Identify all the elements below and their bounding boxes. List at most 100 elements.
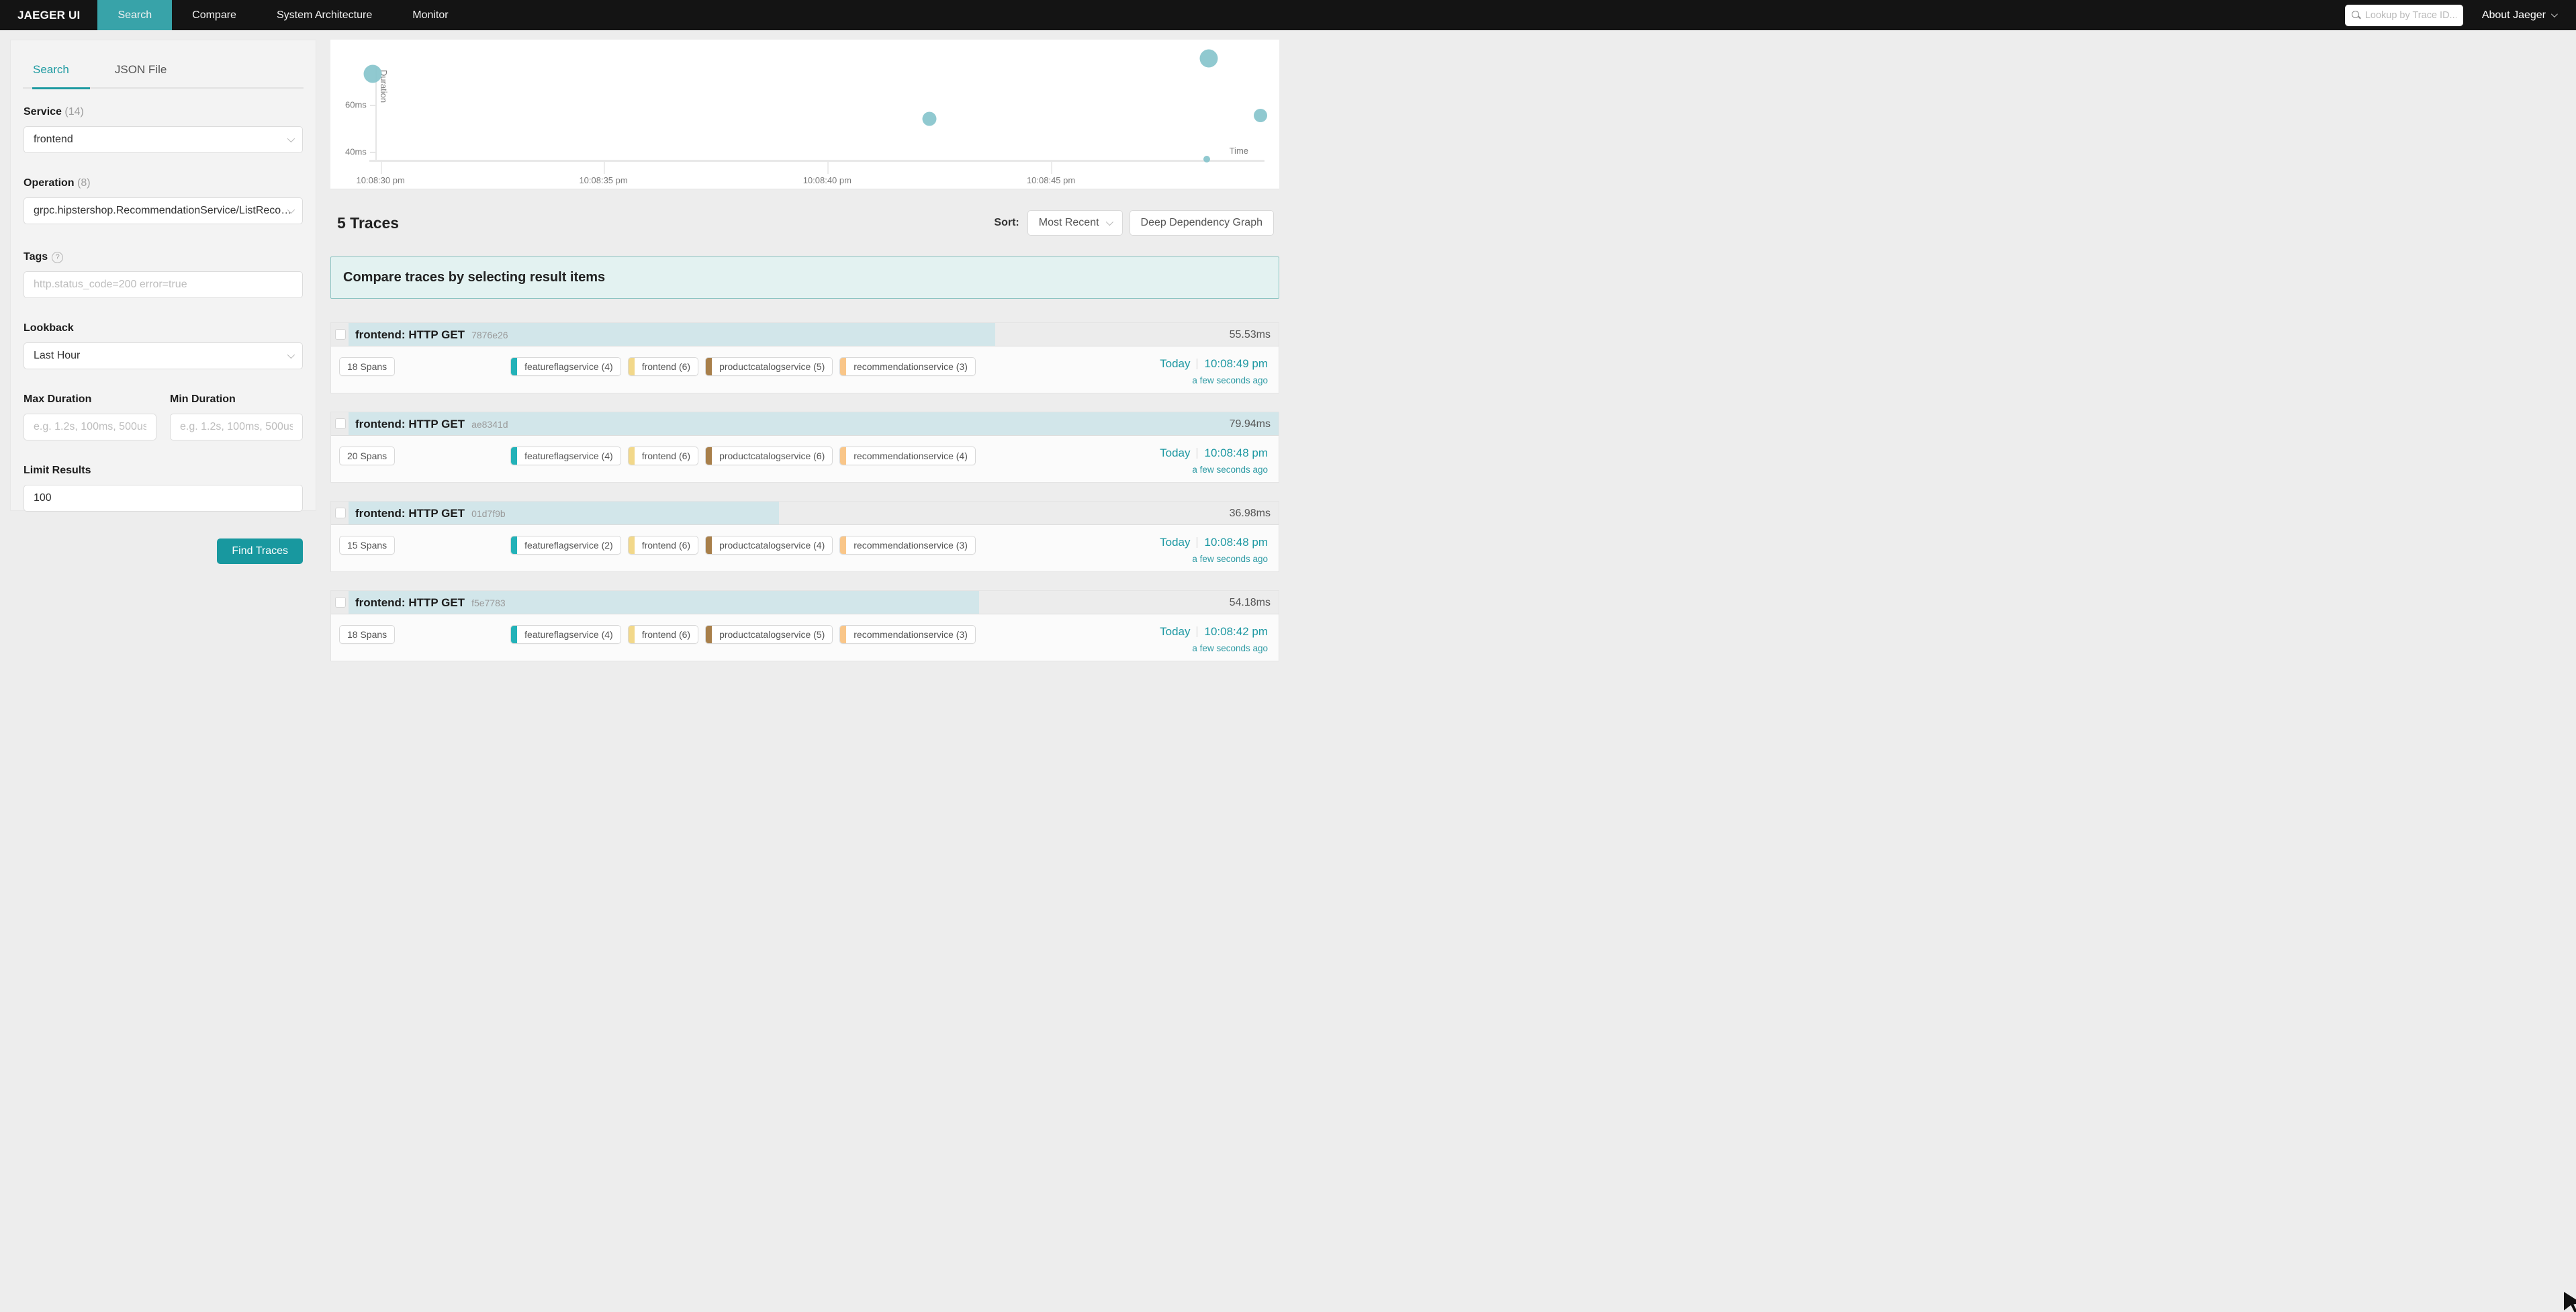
- trace-duration: 55.53ms: [1230, 323, 1271, 346]
- nav-item-monitor[interactable]: Monitor: [392, 0, 468, 30]
- min-duration-input[interactable]: [180, 421, 293, 433]
- app-logo: JAEGER UI: [0, 0, 97, 30]
- duration-scatter-card: Duration Time 10:08:30 pm10:08:35 pm10:0…: [330, 40, 1279, 189]
- chevron-down-icon: [2551, 11, 2558, 17]
- compare-banner-text: Compare traces by selecting result items: [343, 270, 605, 285]
- min-duration-label: Min Duration: [170, 393, 303, 406]
- service-chip: frontend (6): [628, 357, 698, 376]
- x-axis-tick: [827, 162, 829, 174]
- span-count-chip: 20 Spans: [339, 447, 395, 465]
- trace-row[interactable]: frontend: HTTP GET f5e7783 54.18ms 18 Sp…: [330, 590, 1279, 661]
- sort-label: Sort:: [994, 217, 1019, 229]
- max-duration-input[interactable]: [34, 421, 146, 433]
- service-chip: featureflagservice (4): [510, 357, 621, 376]
- service-select-value: frontend: [34, 134, 73, 146]
- about-jaeger-menu[interactable]: About Jaeger: [2482, 9, 2556, 21]
- tags-label: Tags?: [24, 251, 303, 263]
- limit-results-input[interactable]: [34, 492, 293, 504]
- trace-timestamp: Today 10:08:48 pm a few seconds ago: [1160, 536, 1268, 564]
- service-select[interactable]: frontend: [24, 126, 303, 153]
- top-nav: JAEGER UI Search Compare System Architec…: [0, 0, 2576, 30]
- lookback-select[interactable]: Last Hour: [24, 342, 303, 369]
- trace-date-link[interactable]: Today: [1160, 536, 1190, 549]
- nav-item-compare[interactable]: Compare: [172, 0, 257, 30]
- lookback-label: Lookback: [24, 322, 303, 334]
- service-chip: recommendationservice (3): [839, 536, 976, 555]
- trace-row[interactable]: frontend: HTTP GET ae8341d 79.94ms 20 Sp…: [330, 412, 1279, 483]
- trace-date-link[interactable]: Today: [1160, 447, 1190, 460]
- trace-row[interactable]: frontend: HTTP GET 01d7f9b 36.98ms 15 Sp…: [330, 501, 1279, 572]
- nav-item-search[interactable]: Search: [97, 0, 172, 30]
- operation-count: (8): [77, 177, 91, 189]
- trace-checkbox[interactable]: [335, 329, 346, 340]
- service-color-strip: [840, 626, 846, 643]
- trace-row-header: frontend: HTTP GET 7876e26 55.53ms: [331, 323, 1279, 346]
- trace-title: frontend: HTTP GET: [355, 418, 465, 431]
- trace-timestamp: Today 10:08:42 pm a few seconds ago: [1160, 625, 1268, 653]
- tab-json-file[interactable]: JSON File: [105, 58, 176, 87]
- search-icon: [2352, 11, 2360, 19]
- scatter-plot: Duration Time 10:08:30 pm10:08:35 pm10:0…: [376, 47, 1271, 161]
- service-color-strip: [629, 626, 635, 643]
- trace-relative-time: a few seconds ago: [1160, 465, 1268, 475]
- service-color-strip: [511, 447, 517, 465]
- service-chip: featureflagservice (4): [510, 447, 621, 465]
- trace-duration: 79.94ms: [1230, 412, 1271, 436]
- trace-row[interactable]: frontend: HTTP GET 7876e26 55.53ms 18 Sp…: [330, 322, 1279, 393]
- limit-results-label: Limit Results: [24, 465, 303, 477]
- trace-timestamp: Today 10:08:49 pm a few seconds ago: [1160, 357, 1268, 385]
- trace-time-link[interactable]: 10:08:48 pm: [1204, 536, 1268, 549]
- tab-search[interactable]: Search: [24, 58, 79, 87]
- trace-lookup-input[interactable]: [2365, 10, 2456, 21]
- search-sidebar: Search JSON File Service (14) frontend O…: [10, 40, 316, 511]
- results-header: 5 Traces Sort: Most Recent Deep Dependen…: [330, 203, 1279, 243]
- sidebar-tabs: Search JSON File: [24, 40, 303, 87]
- min-duration-box: [170, 414, 303, 440]
- service-color-strip: [511, 536, 517, 554]
- trace-scatter-dot[interactable]: [1199, 50, 1217, 68]
- sort-select[interactable]: Most Recent: [1027, 210, 1123, 236]
- tabs-divider: [23, 87, 304, 89]
- trace-relative-time: a few seconds ago: [1160, 643, 1268, 653]
- x-axis-title: Time: [1230, 146, 1248, 156]
- main-content: Duration Time 10:08:30 pm10:08:35 pm10:0…: [330, 0, 1279, 654]
- trace-id: f5e7783: [471, 598, 506, 608]
- trace-scatter-dot[interactable]: [1254, 109, 1267, 122]
- service-chips: featureflagservice (2) frontend (6) prod…: [510, 536, 976, 555]
- trace-checkbox[interactable]: [335, 418, 346, 429]
- trace-lookup-box: [2345, 5, 2463, 26]
- trace-scatter-dot[interactable]: [1203, 156, 1210, 162]
- service-chip: frontend (6): [628, 625, 698, 644]
- trace-time-link[interactable]: 10:08:42 pm: [1204, 625, 1268, 639]
- trace-row-header: frontend: HTTP GET 01d7f9b 36.98ms: [331, 502, 1279, 525]
- trace-time-link[interactable]: 10:08:49 pm: [1204, 357, 1268, 371]
- operation-select-value: grpc.hipstershop.RecommendationService/L…: [34, 205, 295, 217]
- y-axis-tick: [370, 105, 376, 106]
- service-color-strip: [840, 447, 846, 465]
- tags-input[interactable]: [34, 279, 293, 291]
- help-icon[interactable]: ?: [52, 252, 63, 263]
- service-color-strip: [840, 358, 846, 375]
- nav-item-system-architecture[interactable]: System Architecture: [257, 0, 392, 30]
- compare-banner: Compare traces by selecting result items: [330, 256, 1279, 299]
- sort-select-value: Most Recent: [1039, 217, 1099, 229]
- chevron-down-icon: [287, 135, 295, 142]
- trace-checkbox[interactable]: [335, 508, 346, 518]
- active-tab-ink: [32, 87, 90, 89]
- trace-checkbox[interactable]: [335, 597, 346, 608]
- service-chip: productcatalogservice (5): [705, 357, 833, 376]
- trace-date-link[interactable]: Today: [1160, 357, 1190, 371]
- trace-time-link[interactable]: 10:08:48 pm: [1204, 447, 1268, 460]
- service-color-strip: [629, 536, 635, 554]
- service-chip: productcatalogservice (5): [705, 625, 833, 644]
- trace-scatter-dot[interactable]: [363, 64, 381, 83]
- service-color-strip: [706, 447, 712, 465]
- operation-label: Operation (8): [24, 177, 303, 189]
- tags-input-box: [24, 271, 303, 298]
- deep-dependency-graph-button[interactable]: Deep Dependency Graph: [1130, 210, 1274, 236]
- trace-date-link[interactable]: Today: [1160, 625, 1190, 639]
- operation-select[interactable]: grpc.hipstershop.RecommendationService/L…: [24, 197, 303, 224]
- service-chip: productcatalogservice (6): [705, 447, 833, 465]
- find-traces-button[interactable]: Find Traces: [217, 538, 303, 564]
- trace-scatter-dot[interactable]: [922, 111, 936, 126]
